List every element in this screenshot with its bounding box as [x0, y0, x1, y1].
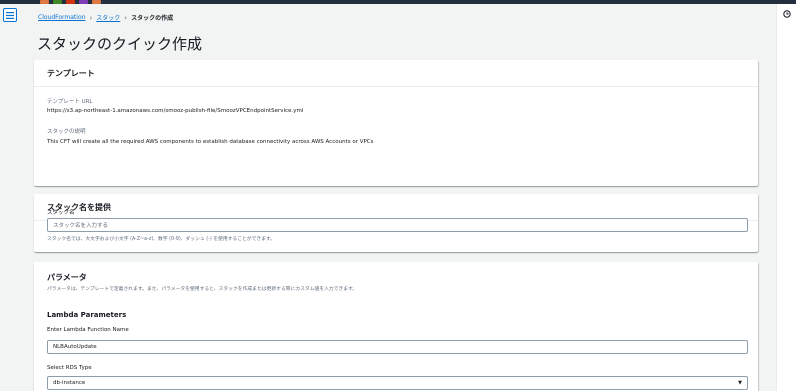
tools-panel-rail — [776, 4, 796, 391]
template-url-value: https://s3.ap-northeast-1.amazonaws.com/… — [47, 108, 304, 114]
app-tiles — [40, 0, 101, 4]
rds-type-label: Select RDS Type — [47, 365, 92, 371]
top-navigation-bar — [0, 0, 796, 4]
app-tile-5[interactable] — [92, 0, 101, 4]
caret-down-icon: ▼ — [738, 380, 742, 386]
page-title: スタックのクイック作成 — [37, 35, 203, 53]
template-url-label: テンプレート URL — [47, 99, 93, 105]
rds-type-selected-value: db-instance — [53, 380, 86, 386]
lambda-parameters-heading: Lambda Parameters — [47, 311, 127, 319]
parameters-title: パラメータ — [47, 273, 87, 282]
stack-description-label: スタックの説明 — [47, 129, 86, 135]
app-tile-4[interactable] — [79, 0, 88, 4]
app-tile-1[interactable] — [40, 0, 49, 4]
hamburger-menu-icon — [6, 11, 14, 19]
parameters-card: パラメータ パラメータは、テンプレートで定義されます。また、パラメータを使用する… — [34, 262, 758, 391]
app-tile-3[interactable] — [66, 0, 75, 4]
breadcrumb-cloudformation-link[interactable]: CloudFormation — [38, 14, 85, 21]
template-card-header: テンプレート — [34, 60, 758, 87]
stack-name-label: スタック名 — [47, 210, 75, 216]
app-tile-2[interactable] — [53, 0, 62, 4]
lambda-function-name-label: Enter Lambda Function Name — [47, 327, 129, 333]
breadcrumb: CloudFormation › スタック › スタックの作成 — [38, 13, 174, 23]
side-navigation-toggle-button[interactable] — [3, 8, 17, 22]
breadcrumb-current: スタックの作成 — [131, 15, 174, 22]
lambda-function-name-input[interactable]: NLBAutoUpdate — [47, 340, 748, 354]
stack-name-hint: スタック名では、大文字および小文字 (A-Z~a-z)、数字 (0-9)、ダッシ… — [47, 237, 276, 242]
stack-name-card-header: スタック名を提供 — [34, 194, 758, 221]
chevron-right-icon: › — [124, 13, 128, 22]
stack-name-input[interactable]: スタック名を入力する — [47, 218, 748, 232]
stack-description-value: This CFT will create all the required AW… — [47, 139, 374, 145]
breadcrumb-stacks-link[interactable]: スタック — [96, 13, 120, 22]
parameters-description: パラメータは、テンプレートで定義されます。また、パラメータを使用すると、スタック… — [47, 287, 358, 292]
clock-icon[interactable] — [783, 10, 791, 18]
template-card: テンプレート テンプレート URL https://s3.ap-northeas… — [34, 60, 758, 186]
chevron-right-icon: › — [89, 13, 93, 22]
rds-type-select[interactable]: db-instance ▼ — [47, 376, 748, 390]
